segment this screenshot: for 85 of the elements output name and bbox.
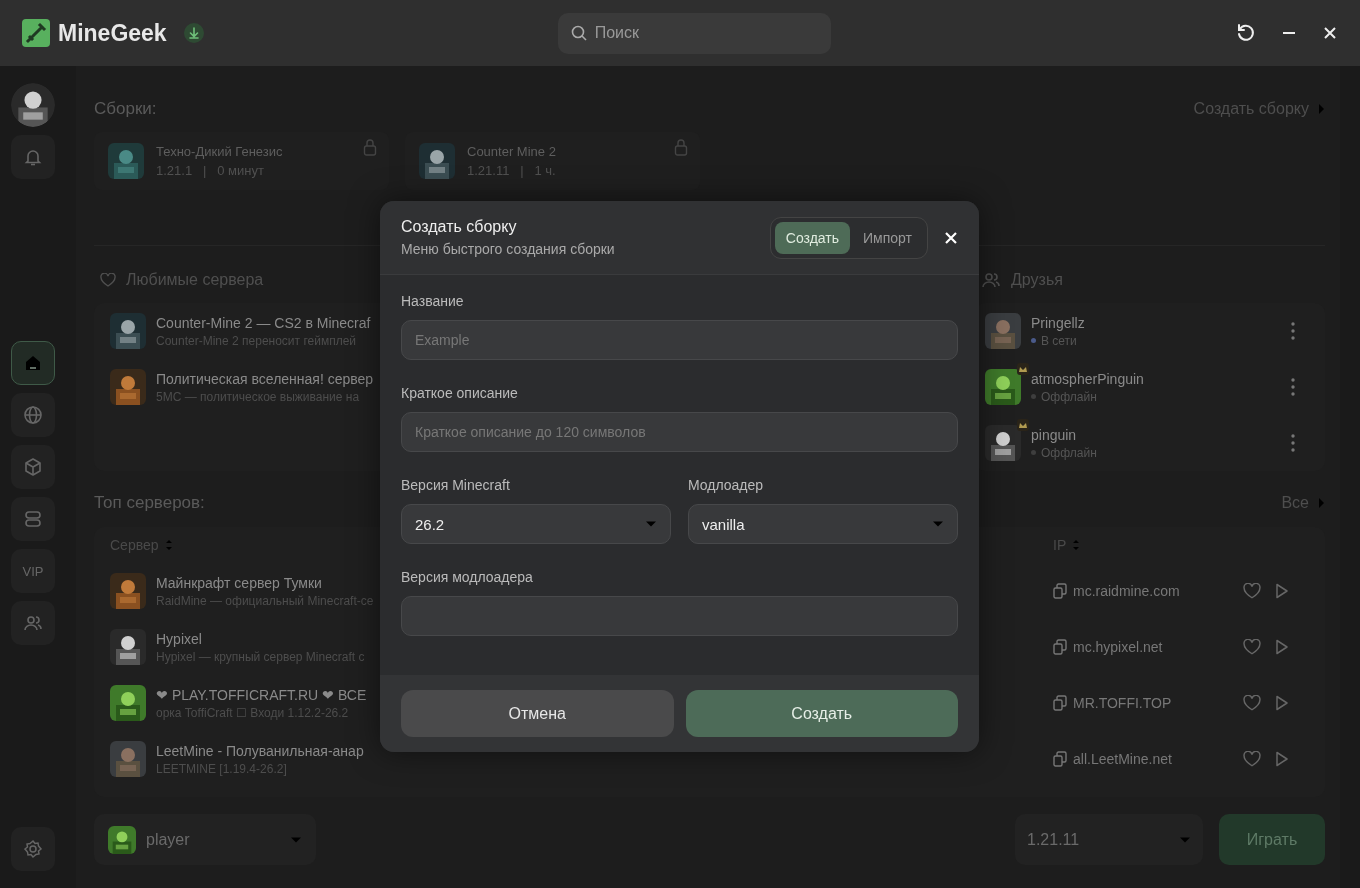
field-label: Название	[401, 292, 465, 311]
copy-icon[interactable]	[1053, 751, 1067, 767]
build-name: Counter Mine 2	[467, 144, 556, 159]
create-button[interactable]: Создать	[685, 690, 958, 737]
bell-icon	[23, 147, 43, 167]
input-field[interactable]: Краткое описание до 120 символов	[401, 412, 958, 452]
caret-icon	[290, 835, 302, 844]
chevron-right-icon	[1317, 497, 1325, 509]
sort-icon	[1072, 539, 1081, 551]
heart-icon[interactable]	[1243, 583, 1261, 599]
sidebar-item[interactable]	[11, 393, 55, 437]
separator: |	[520, 163, 524, 178]
copy-icon[interactable]	[1053, 583, 1067, 599]
notifications-button[interactable]	[11, 135, 55, 179]
server-title[interactable]: Политическая вселенная! сервер	[156, 370, 374, 387]
separator: |	[203, 163, 207, 178]
caret-icon	[1179, 835, 1191, 844]
close-button[interactable]	[944, 230, 958, 245]
server-title[interactable]: Майнкрафт сервер Тумки	[156, 574, 374, 591]
dialog-title: Создать сборку	[401, 218, 518, 236]
mode-tab[interactable]: Создать	[774, 221, 851, 254]
download-icon[interactable]	[182, 22, 205, 44]
sidebar-item[interactable]	[11, 497, 55, 541]
field-label: Модлоадер	[688, 476, 765, 495]
friend-name[interactable]: Pringellz	[1031, 314, 1085, 331]
play-icon[interactable]	[1275, 639, 1289, 655]
heart-icon	[100, 273, 116, 287]
server-title[interactable]: Hypixel	[156, 630, 365, 647]
dialog-subtitle: Меню быстрого создания сборки	[401, 241, 615, 257]
search-icon	[570, 24, 587, 41]
friend-name[interactable]: atmospherPinguin	[1031, 370, 1144, 387]
select-field[interactable]: 26.2	[401, 504, 671, 544]
section-title: Сборки:	[94, 99, 157, 119]
more-icon[interactable]	[1291, 378, 1295, 396]
server-icon	[23, 509, 43, 529]
cube-icon	[23, 457, 43, 477]
play-icon[interactable]	[1275, 695, 1289, 711]
heart-icon[interactable]	[1243, 695, 1261, 711]
more-icon[interactable]	[1291, 322, 1295, 340]
server-ip: mc.hypixel.net	[1073, 639, 1163, 655]
refresh-icon[interactable]	[1236, 23, 1256, 43]
caret-icon	[932, 520, 944, 528]
sidebar-item[interactable]	[11, 445, 55, 489]
sidebar-item[interactable]	[11, 341, 55, 385]
server-ip: all.LeetMine.net	[1073, 751, 1172, 767]
heart-icon[interactable]	[1243, 751, 1261, 767]
globe-icon	[23, 405, 43, 425]
sidebar-item[interactable]	[11, 601, 55, 645]
settings-icon	[23, 839, 43, 859]
settings-button[interactable]	[11, 827, 55, 871]
profile-select[interactable]: player	[94, 814, 316, 865]
copy-icon[interactable]	[1053, 695, 1067, 711]
sidebar-item[interactable]: VIP	[11, 549, 55, 593]
server-title[interactable]: Counter-Mine 2 — CS2 в Minecraf	[156, 314, 371, 331]
sort-icon	[164, 539, 173, 551]
search-field[interactable]: Поиск	[557, 12, 831, 54]
section-title: Топ серверов:	[94, 493, 205, 513]
play-icon[interactable]	[1275, 751, 1289, 767]
mode-tab[interactable]: Импорт	[852, 221, 923, 254]
input-field[interactable]: Example	[401, 320, 958, 360]
field-label: Версия модлоадера	[401, 568, 534, 587]
cancel-button[interactable]: Отмена	[401, 690, 674, 737]
users-icon	[23, 613, 43, 633]
version-select[interactable]: 1.21.11	[1015, 814, 1203, 865]
app-name: MineGeek	[58, 19, 167, 47]
server-title[interactable]: ❤ PLAY.TOFFICRAFT.RU ❤ ВСЕ	[156, 686, 367, 703]
more-icon[interactable]	[1291, 434, 1295, 452]
copy-icon[interactable]	[1053, 639, 1067, 655]
users-icon	[981, 270, 1001, 290]
input-field[interactable]	[401, 596, 958, 636]
build-name: Техно-Дикий Генезис	[156, 144, 283, 159]
server-ip: mc.raidmine.com	[1073, 583, 1180, 599]
play-icon[interactable]	[1275, 583, 1289, 599]
logo-icon	[22, 19, 50, 47]
server-ip: MR.TOFFI.TOP	[1073, 695, 1172, 711]
play-button[interactable]: Играть	[1219, 814, 1325, 865]
field-label: Версия Minecraft	[401, 476, 511, 495]
select-field[interactable]: vanilla	[688, 504, 958, 544]
home-icon	[23, 353, 43, 373]
server-title[interactable]: LeetMine - Полуванильная-анар	[156, 742, 364, 759]
caret-icon	[645, 520, 657, 528]
friend-name[interactable]: pinguin	[1031, 426, 1097, 443]
chevron-right-icon	[1317, 103, 1325, 115]
field-label: Краткое описание	[401, 384, 519, 403]
heart-icon[interactable]	[1243, 639, 1261, 655]
